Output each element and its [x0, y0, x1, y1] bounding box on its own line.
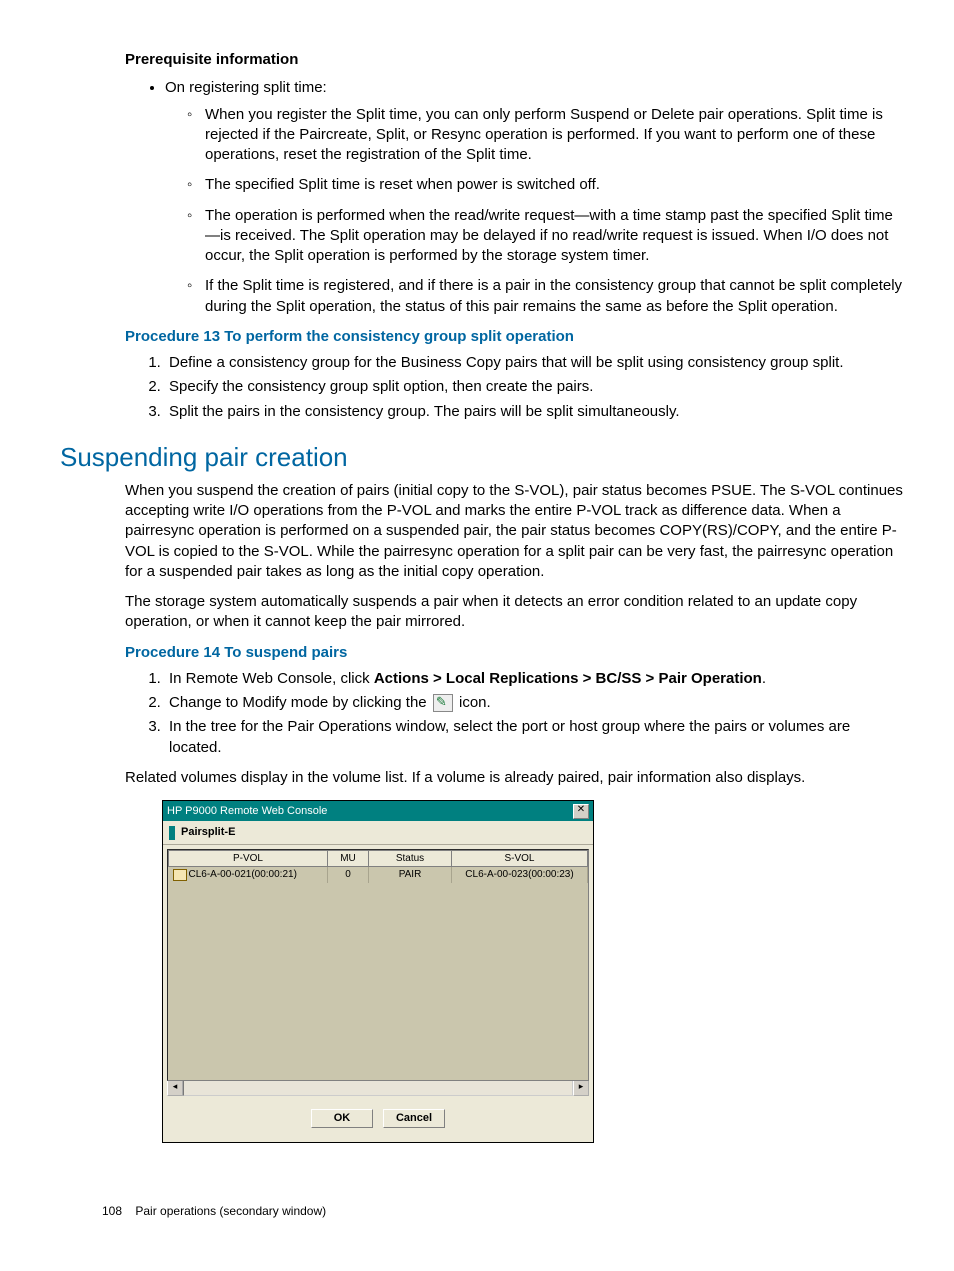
proc14-heading: Procedure 14 To suspend pairs [125, 643, 904, 663]
dialog-subtitle-row: Pairsplit-E [163, 821, 593, 845]
cell-status: PAIR [369, 867, 452, 883]
pairsplit-dialog: HP P9000 Remote Web Console ✕ Pairsplit-… [162, 800, 594, 1143]
scroll-track[interactable] [183, 1080, 573, 1096]
proc13-step-1: Define a consistency group for the Busin… [165, 353, 904, 373]
close-icon[interactable]: ✕ [573, 804, 589, 819]
proc14-step-3: In the tree for the Pair Operations wind… [165, 717, 904, 758]
scroll-right-icon[interactable]: ▸ [573, 1080, 589, 1096]
step1-pre: In Remote Web Console, click [169, 670, 374, 687]
prereq-sub-0: When you register the Split time, you ca… [205, 105, 904, 166]
footer-title: Pair operations (secondary window) [135, 1204, 326, 1218]
proc13-steps: Define a consistency group for the Busin… [125, 353, 904, 422]
col-pvol[interactable]: P-VOL [169, 850, 328, 867]
dialog-button-row: OK Cancel [163, 1099, 593, 1142]
prereq-sub-2: The operation is performed when the read… [205, 206, 904, 267]
proc14-steps: In Remote Web Console, click Actions > L… [125, 669, 904, 758]
col-mu[interactable]: MU [328, 850, 369, 867]
proc13-step-2: Specify the consistency group split opti… [165, 377, 904, 397]
cell-pvol: CL6-A-00-021(00:00:21) [169, 867, 328, 883]
col-svol[interactable]: S-VOL [452, 850, 588, 867]
step2-pre: Change to Modify mode by clicking the [169, 694, 431, 711]
dialog-grid: P-VOL MU Status S-VOL CL6-A-00-021(00:00… [167, 849, 589, 1081]
volume-icon [173, 869, 187, 881]
prereq-heading: Prerequisite information [125, 50, 904, 70]
ok-button[interactable]: OK [311, 1109, 373, 1128]
dialog-body: P-VOL MU Status S-VOL CL6-A-00-021(00:00… [163, 845, 593, 1099]
modify-mode-icon [433, 694, 453, 712]
teal-bar-icon [169, 826, 175, 840]
step1-post: . [762, 670, 766, 687]
col-status[interactable]: Status [369, 850, 452, 867]
page-number: 108 [102, 1203, 122, 1219]
pvol-text: CL6-A-00-021(00:00:21) [189, 869, 297, 880]
section-p2: The storage system automatically suspend… [125, 592, 904, 633]
proc14-related: Related volumes display in the volume li… [125, 768, 904, 788]
prereq-top-text: On registering split time: [165, 79, 327, 96]
cell-svol: CL6-A-00-023(00:00:23) [452, 867, 588, 883]
prereq-sub-3: If the Split time is registered, and if … [205, 276, 904, 317]
prereq-sub-1: The specified Split time is reset when p… [205, 175, 904, 195]
dialog-titlebar: HP P9000 Remote Web Console ✕ [163, 801, 593, 821]
proc13-heading: Procedure 13 To perform the consistency … [125, 327, 904, 347]
h-scrollbar[interactable]: ◂ ▸ [167, 1081, 589, 1095]
prereq-sub-list: When you register the Split time, you ca… [165, 105, 904, 317]
table-row[interactable]: CL6-A-00-021(00:00:21) 0 PAIR CL6-A-00-0… [169, 867, 588, 883]
prereq-list: On registering split time: When you regi… [125, 78, 904, 317]
step1-bold: Actions > Local Replications > BC/SS > P… [374, 670, 762, 687]
proc14-step-2: Change to Modify mode by clicking the ic… [165, 693, 904, 713]
page-footer: 108 Pair operations (secondary window) [30, 1203, 924, 1219]
dialog-subtitle: Pairsplit-E [181, 825, 235, 840]
prereq-top-item: On registering split time: When you regi… [165, 78, 904, 317]
section-p1: When you suspend the creation of pairs (… [125, 481, 904, 582]
dialog-title-text: HP P9000 Remote Web Console [167, 804, 327, 819]
dialog-screenshot: HP P9000 Remote Web Console ✕ Pairsplit-… [162, 800, 924, 1143]
scroll-left-icon[interactable]: ◂ [167, 1080, 183, 1096]
table-header-row: P-VOL MU Status S-VOL [169, 850, 588, 867]
section-heading: Suspending pair creation [60, 440, 904, 475]
cancel-button[interactable]: Cancel [383, 1109, 445, 1128]
pairs-table: P-VOL MU Status S-VOL CL6-A-00-021(00:00… [168, 850, 588, 883]
step2-post: icon. [455, 694, 491, 711]
cell-mu: 0 [328, 867, 369, 883]
proc13-step-3: Split the pairs in the consistency group… [165, 402, 904, 422]
proc14-step-1: In Remote Web Console, click Actions > L… [165, 669, 904, 689]
